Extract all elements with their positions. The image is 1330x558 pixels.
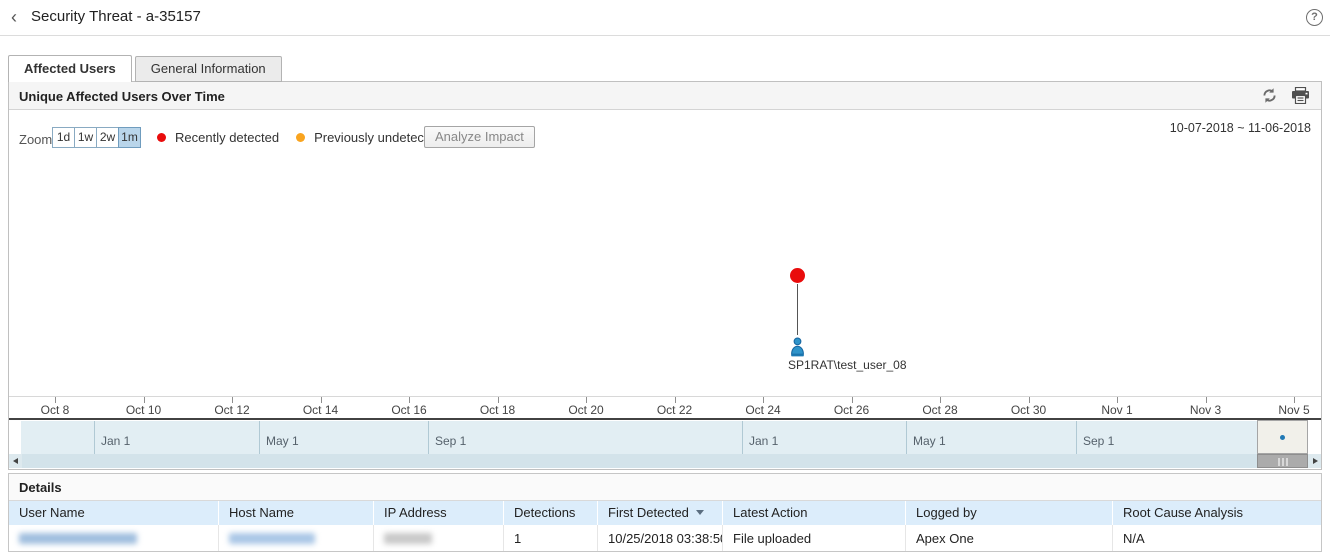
legend-label: Previously undetected xyxy=(314,130,442,145)
tab-bar: Affected Users General Information xyxy=(8,55,285,82)
navigator-tick-label: Sep 1 xyxy=(1083,434,1114,448)
back-icon[interactable]: ‹ xyxy=(11,6,17,28)
navigator-point-icon xyxy=(1280,435,1285,440)
cell-latest-action: File uploaded xyxy=(723,525,906,551)
analyze-impact-button[interactable]: Analyze Impact xyxy=(424,126,535,148)
navigator-divider xyxy=(94,421,95,454)
zoom-1d-button[interactable]: 1d xyxy=(52,127,75,148)
column-header-ip-address[interactable]: IP Address xyxy=(374,501,504,525)
axis-tick-label: Oct 22 xyxy=(645,403,705,417)
column-header-logged-by[interactable]: Logged by xyxy=(906,501,1113,525)
column-header-first-detected[interactable]: First Detected xyxy=(598,501,723,525)
column-header-root-cause-analysis[interactable]: Root Cause Analysis xyxy=(1113,501,1321,525)
chart-legend: Recently detected Previously undetected xyxy=(157,127,459,148)
cell-root-cause-analysis: N/A xyxy=(1113,525,1321,551)
axis-tick-label: Oct 26 xyxy=(822,403,882,417)
details-title: Details xyxy=(19,480,62,495)
redacted-host-name[interactable] xyxy=(229,533,315,544)
legend-item: Previously undetected xyxy=(296,130,442,145)
axis-tick-label: Nov 3 xyxy=(1176,403,1236,417)
legend-dot-icon xyxy=(296,133,305,142)
tab-affected-users[interactable]: Affected Users xyxy=(8,55,132,82)
axis-tick-label: Oct 20 xyxy=(556,403,616,417)
axis-tick-label: Oct 14 xyxy=(291,403,351,417)
navigator-tick-label: Jan 1 xyxy=(749,434,778,448)
zoom-1m-button[interactable]: 1m xyxy=(118,127,141,148)
navigator-tick-label: Jan 1 xyxy=(101,434,130,448)
print-icon[interactable] xyxy=(1291,87,1309,105)
axis-tick-label: Oct 30 xyxy=(999,403,1059,417)
column-header-detections[interactable]: Detections xyxy=(504,501,598,525)
data-point-recently-detected[interactable] xyxy=(790,268,805,283)
scrollbar-thumb[interactable] xyxy=(1257,454,1308,468)
axis-tick-label: Nov 5 xyxy=(1264,403,1324,417)
panel-header: Unique Affected Users Over Time xyxy=(9,82,1321,110)
column-header-latest-action[interactable]: Latest Action xyxy=(723,501,906,525)
affected-user-icon[interactable] xyxy=(789,337,806,360)
navigator-divider xyxy=(742,421,743,454)
scrollbar-right-arrow-icon[interactable] xyxy=(1308,454,1321,468)
column-header-host-name[interactable]: Host Name xyxy=(219,501,374,525)
details-panel: Details User NameHost NameIP AddressDete… xyxy=(8,473,1322,552)
page-title: Security Threat - a-35157 xyxy=(31,8,201,25)
axis-tick-label: Oct 24 xyxy=(733,403,793,417)
navigator-tick-label: May 1 xyxy=(913,434,946,448)
sort-desc-icon xyxy=(696,510,704,515)
cell-user-name[interactable] xyxy=(9,525,219,551)
app-header: ‹ Security Threat - a-35157 ? xyxy=(0,0,1330,36)
cell-ip-address xyxy=(374,525,504,551)
navigator-divider xyxy=(1076,421,1077,454)
scrollbar-left-arrow-icon[interactable] xyxy=(9,454,22,468)
column-header-user-name[interactable]: User Name xyxy=(9,501,219,525)
refresh-icon[interactable] xyxy=(1261,87,1279,105)
chart-scrollbar[interactable] xyxy=(9,454,1321,468)
zoom-buttons: 1d1w2w1m xyxy=(53,127,141,148)
axis-tick-label: Oct 18 xyxy=(468,403,528,417)
navigator: Jan 1 May 1 Sep 1 Jan 1 May 1 Sep 1 xyxy=(9,420,1321,454)
cell-logged-by: Apex One xyxy=(906,525,1113,551)
panel-title: Unique Affected Users Over Time xyxy=(19,89,225,104)
navigator-divider xyxy=(906,421,907,454)
axis-tick-label: Oct 8 xyxy=(25,403,85,417)
legend-dot-icon xyxy=(157,133,166,142)
axis-tick-label: Oct 10 xyxy=(114,403,174,417)
data-point-stem xyxy=(797,284,798,335)
axis-tick-label: Oct 28 xyxy=(910,403,970,417)
redacted-user-name[interactable] xyxy=(19,533,137,544)
tab-general-information[interactable]: General Information xyxy=(135,56,282,82)
help-icon[interactable]: ? xyxy=(1306,9,1323,26)
navigator-selection-handle[interactable] xyxy=(1257,420,1308,454)
navigator-tick-label: Sep 1 xyxy=(435,434,466,448)
axis-tick-label: Oct 16 xyxy=(379,403,439,417)
navigator-divider xyxy=(259,421,260,454)
cell-host-name[interactable] xyxy=(219,525,374,551)
thumb-grip-icon xyxy=(1278,458,1288,466)
date-range-label: 10-07-2018 ~ 11-06-2018 xyxy=(1170,121,1311,135)
data-point-label: SP1RAT\test_user_08 xyxy=(788,358,907,372)
legend-label: Recently detected xyxy=(175,130,279,145)
legend-item: Recently detected xyxy=(157,130,279,145)
zoom-1w-button[interactable]: 1w xyxy=(74,127,97,148)
zoom-2w-button[interactable]: 2w xyxy=(96,127,119,148)
navigator-tick-label: May 1 xyxy=(266,434,299,448)
zoom-label: Zoom xyxy=(19,132,52,147)
affected-users-panel: Unique Affected Users Over Time Zoom 1d1… xyxy=(8,81,1322,470)
x-axis: Oct 8 Oct 10 Oct 12 Oct 14 Oct 16 Oct 18 Oct 2… xyxy=(9,396,1321,418)
navigator-track[interactable] xyxy=(21,421,1257,454)
axis-tick-label: Nov 1 xyxy=(1087,403,1147,417)
details-header-row: User NameHost NameIP AddressDetectionsFi… xyxy=(9,501,1321,525)
cell-first-detected: 10/25/2018 03:38:50 xyxy=(598,525,723,551)
cell-detections: 1 xyxy=(504,525,598,551)
details-header: Details xyxy=(9,474,1321,501)
chart-plot-area: SP1RAT\test_user_08 xyxy=(9,152,1321,396)
redacted-ip-address xyxy=(384,533,432,544)
axis-tick-label: Oct 12 xyxy=(202,403,262,417)
table-row: 1 10/25/2018 03:38:50 File uploaded Apex… xyxy=(9,525,1321,551)
navigator-divider xyxy=(428,421,429,454)
